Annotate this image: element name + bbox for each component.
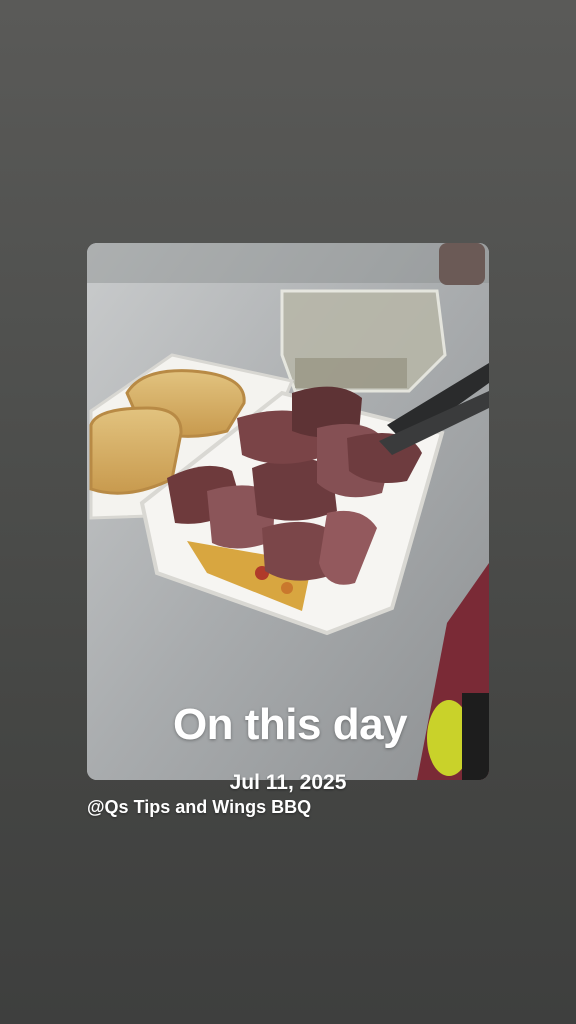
story-title: On this day: [172, 700, 408, 749]
location-mention[interactable]: @Qs Tips and Wings BBQ: [87, 797, 311, 818]
memory-date: Jul 11, 2025: [229, 771, 347, 794]
